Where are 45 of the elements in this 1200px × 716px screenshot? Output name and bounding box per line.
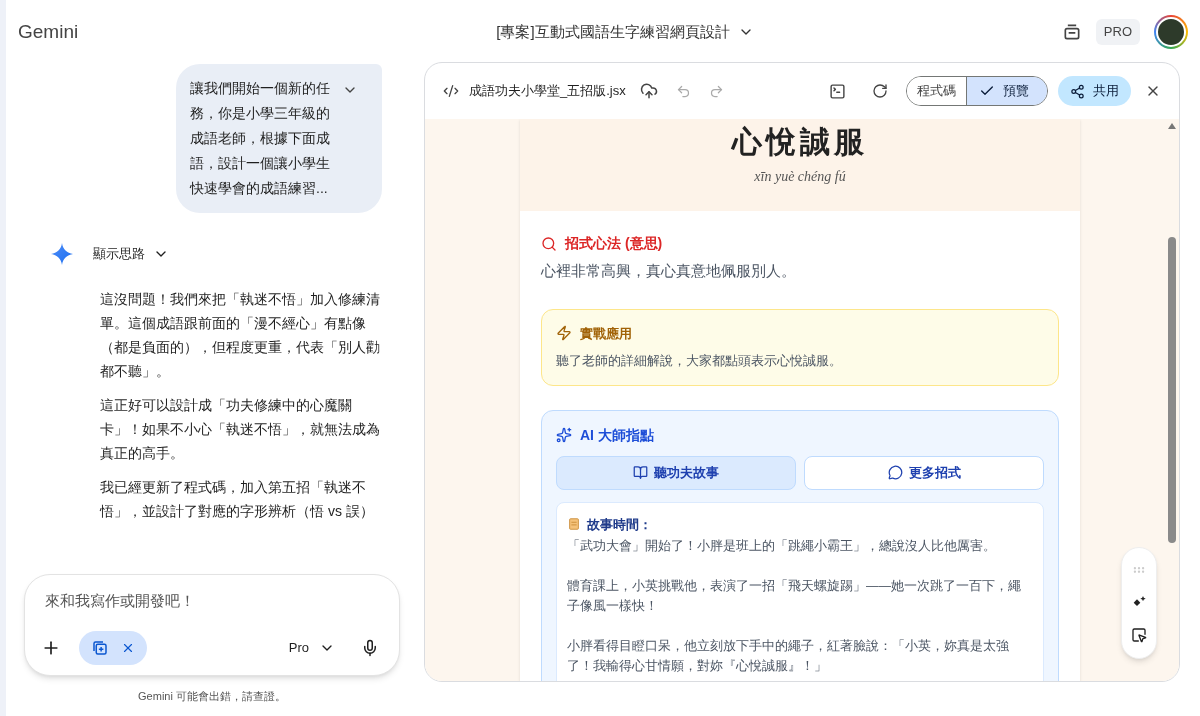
share-icon: [1070, 83, 1085, 99]
book-icon: [633, 465, 648, 480]
sparkle-icon: [51, 243, 73, 265]
model-selector[interactable]: Pro: [288, 637, 335, 658]
search-icon: [541, 235, 557, 252]
ai-heading: AI 大師指點: [580, 425, 654, 445]
show-thinking-toggle[interactable]: 顯示思路: [93, 244, 169, 264]
prompt-input[interactable]: 來和我寫作或開發吧！: [41, 590, 383, 613]
lightning-icon: [556, 325, 572, 342]
speech-bubble-icon: [887, 465, 903, 480]
cloud-icon[interactable]: [639, 82, 658, 100]
app-name: Gemini: [18, 19, 79, 44]
disclaimer: Gemini 可能會出錯，請查證。: [137, 688, 287, 704]
canvas-icon: [91, 638, 109, 657]
user-message: 讓我們開始一個新的任務，你是小學三年級的成語老師，根據下面成語，設計一個讓小學生快速學會的成語練習...: [190, 79, 331, 198]
story-paragraph: 小胖看得目瞪口呆，他立刻放下手中的繩子，紅著臉說：「小英，妳真是太強了！我輸得心甘情願，對妳『心悅誠服』！」: [567, 638, 1010, 675]
view-tab[interactable]: 預覽: [966, 77, 1047, 105]
share-button[interactable]: 共用: [1058, 76, 1131, 106]
ai-tab[interactable]: 聽功夫故事: [556, 455, 796, 490]
meaning-text: 心裡非常高興，真心真意地佩服別人。: [541, 261, 797, 281]
avatar[interactable]: [1154, 15, 1188, 49]
example-text: 聽了老師的詳細解說，大家都點頭表示心悅誠服。: [556, 352, 843, 370]
scroll-up-arrow-icon[interactable]: [1168, 123, 1176, 129]
console-icon[interactable]: [829, 82, 846, 100]
scrollbar-thumb[interactable]: [1168, 237, 1176, 543]
meaning-heading: 招式心法 (意思): [565, 234, 663, 253]
example-heading: 實戰應用: [580, 324, 632, 343]
response-paragraph: 這沒問題！我們來把「執迷不悟」加入修練清單。這個成語跟前面的「漫不經心」有點像（都是負面的），但程度更重，代表「別人勸都不聽」。: [100, 290, 381, 381]
file-name: 成語功夫小學堂_五招版.jsx: [469, 82, 626, 101]
story-paragraph: 體育課上，小英挑戰他，表演了一招「飛天螺旋踢」——她一次跳了一百下，繩子像風一樣快！: [567, 578, 1022, 615]
code-file-icon: [443, 83, 459, 99]
conversation-title[interactable]: [專案]互動式國語生字練習網頁設計: [496, 20, 754, 44]
story-paragraph: 「武功大會」開始了！小胖是班上的「跳繩小霸王」，總說沒人比他厲害。: [567, 538, 997, 555]
microphone-icon[interactable]: [361, 638, 379, 657]
pinyin: xīn yuè chéng fú: [754, 168, 846, 186]
ai-tab[interactable]: 更多招式: [804, 455, 1044, 490]
response-paragraph: 我已經更新了程式碼，加入第五招「執迷不悟」，並設計了對應的字形辨析（悟 vs 誤）: [100, 478, 375, 521]
canvas-tool-chip[interactable]: [79, 630, 147, 665]
idiom-title: 心悅誠服: [732, 124, 868, 160]
response-paragraph: 這正好可以設計成「功夫修練中的心魔關卡」！如果不小心「執迷不悟」，就無法成為真正的高手。: [100, 396, 381, 463]
refresh-icon[interactable]: [872, 83, 888, 99]
sparkles-icon: [556, 427, 572, 443]
select-icon[interactable]: [1131, 627, 1147, 644]
story-heading: 故事時間：: [587, 515, 652, 534]
plan-badge: PRO: [1095, 19, 1140, 45]
